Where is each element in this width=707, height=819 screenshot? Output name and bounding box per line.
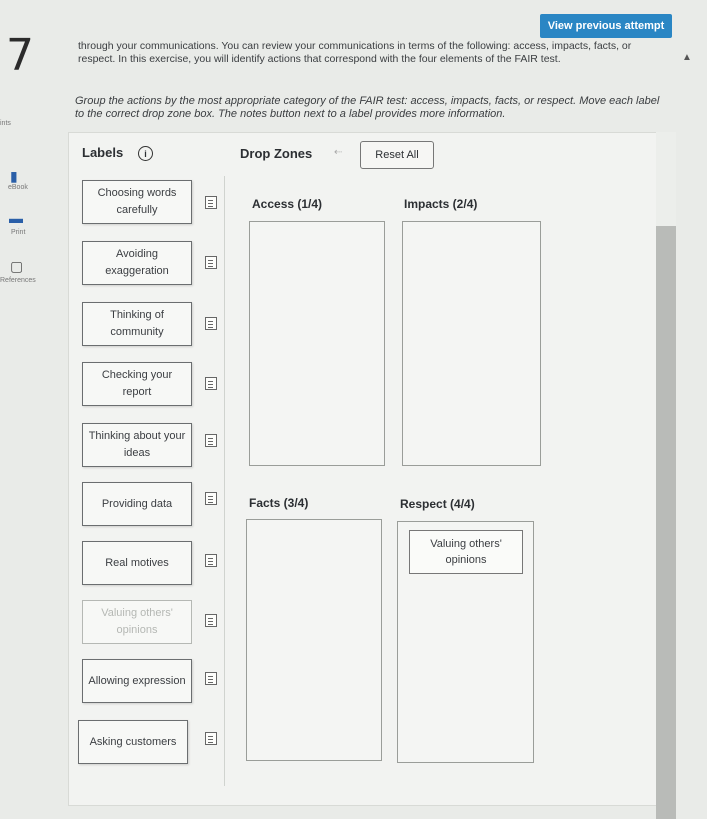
drop-zone-access[interactable] [249, 221, 385, 466]
notes-icon[interactable] [205, 672, 217, 685]
labels-title: Labels [82, 145, 124, 160]
scroll-track [656, 132, 676, 226]
question-number: 7 [6, 30, 34, 81]
zone-title-access: Access (1/4) [252, 197, 323, 211]
scroll-up-arrow-icon[interactable]: ▲ [682, 52, 692, 63]
reset-all-button[interactable]: Reset All [360, 141, 434, 169]
notes-icon[interactable] [205, 434, 217, 447]
view-previous-attempt-button[interactable]: View previous attempt [540, 14, 672, 38]
label-real-motives[interactable]: Real motives [82, 541, 192, 585]
label-choosing-words[interactable]: Choosing words carefully [82, 180, 192, 224]
panel-divider [224, 176, 225, 786]
notes-icon[interactable] [205, 377, 217, 390]
notes-icon[interactable] [205, 492, 217, 505]
back-arrow-icon: ⇠ [334, 147, 343, 158]
label-valuing-opinions-placeholder: Valuing others' opinions [82, 600, 192, 644]
intro-text: through your communications. You can rev… [78, 40, 632, 65]
placed-label-valuing-opinions[interactable]: Valuing others' opinions [409, 530, 523, 574]
print-icon[interactable]: ▬ [9, 210, 23, 226]
ebook-icon[interactable]: ▮ [10, 168, 18, 185]
zone-title-respect: Respect (4/4) [400, 497, 475, 511]
sidebar-references-label[interactable]: References [0, 277, 36, 284]
notes-icon[interactable] [205, 317, 217, 330]
sidebar-hints-label: ints [0, 120, 11, 127]
label-asking-customers[interactable]: Asking customers [78, 720, 188, 764]
sidebar-print-label[interactable]: Print [11, 229, 25, 236]
instructions-text: Group the actions by the most appropriat… [75, 95, 660, 120]
label-thinking-of-community[interactable]: Thinking of community [82, 302, 192, 346]
sidebar-ebook-label[interactable]: eBook [8, 184, 28, 191]
scrollbar[interactable] [656, 226, 676, 819]
notes-icon[interactable] [205, 196, 217, 209]
notes-icon[interactable] [205, 256, 217, 269]
label-thinking-about-ideas[interactable]: Thinking about your ideas [82, 423, 192, 467]
references-icon[interactable]: ▢ [10, 258, 23, 275]
drop-zone-impacts[interactable] [402, 221, 541, 466]
label-providing-data[interactable]: Providing data [82, 482, 192, 526]
label-checking-report[interactable]: Checking your report [82, 362, 192, 406]
notes-icon[interactable] [205, 732, 217, 745]
notes-icon[interactable] [205, 554, 217, 567]
drop-zones-title: Drop Zones [240, 146, 313, 161]
label-avoiding-exaggeration[interactable]: Avoiding exaggeration [82, 241, 192, 285]
zone-title-impacts: Impacts (2/4) [404, 197, 478, 211]
drop-zone-facts[interactable] [246, 519, 382, 761]
zone-title-facts: Facts (3/4) [249, 496, 309, 510]
info-icon[interactable]: i [138, 146, 153, 161]
label-allowing-expression[interactable]: Allowing expression [82, 659, 192, 703]
notes-icon[interactable] [205, 614, 217, 627]
